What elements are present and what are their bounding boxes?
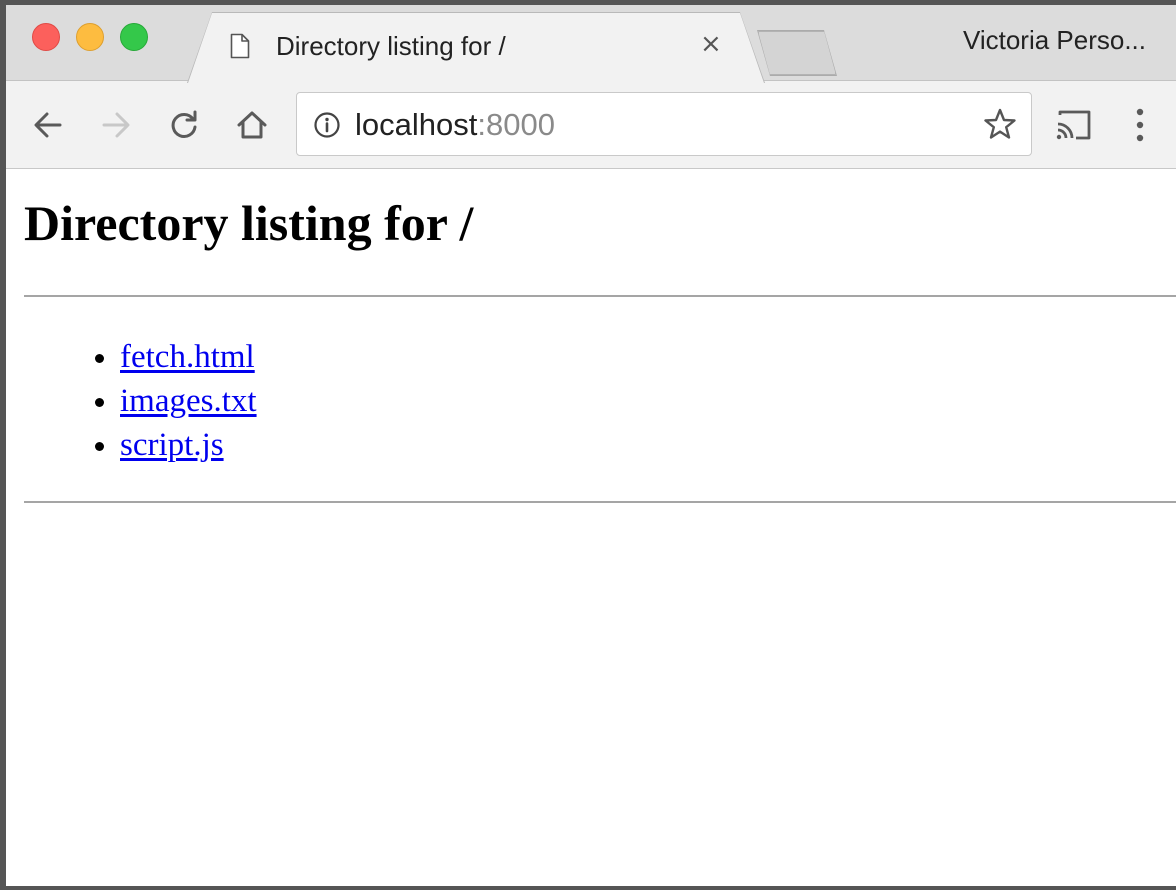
reload-icon: [171, 110, 197, 138]
file-list: fetch.html images.txt script.js: [24, 335, 1176, 467]
tab-strip: Directory listing for / × Victoria Perso…: [6, 5, 1176, 83]
file-link-images-txt[interactable]: images.txt: [120, 383, 257, 419]
list-item: script.js: [120, 423, 1176, 467]
document-icon: [230, 33, 250, 59]
url-port: :8000: [477, 107, 555, 142]
profile-name[interactable]: Victoria Perso...: [963, 25, 1146, 56]
tab-title: Directory listing for /: [276, 31, 506, 61]
divider-bottom: [24, 501, 1176, 503]
file-link-script-js[interactable]: script.js: [120, 427, 224, 463]
tab-active[interactable]: Directory listing for / ×: [188, 13, 764, 83]
cast-icon[interactable]: [1054, 107, 1094, 143]
home-icon: [237, 111, 267, 139]
browser-window: Directory listing for / × Victoria Perso…: [0, 0, 1176, 890]
close-window-button[interactable]: [32, 23, 60, 51]
back-button[interactable]: [26, 103, 70, 147]
list-item: fetch.html: [120, 335, 1176, 379]
list-item: images.txt: [120, 379, 1176, 423]
tab-close-button[interactable]: ×: [700, 29, 722, 59]
page-heading: Directory listing for /: [24, 195, 474, 251]
url-text[interactable]: localhost:8000: [355, 107, 555, 143]
arrow-right-icon: [102, 112, 130, 138]
file-link-fetch-html[interactable]: fetch.html: [120, 339, 255, 375]
url-host: localhost: [355, 107, 478, 142]
reload-button[interactable]: [162, 103, 206, 147]
window-controls: [32, 23, 148, 51]
new-tab-button[interactable]: [758, 31, 836, 75]
address-bar[interactable]: localhost:8000: [296, 92, 1032, 156]
maximize-window-button[interactable]: [120, 23, 148, 51]
forward-button[interactable]: [94, 103, 138, 147]
home-button[interactable]: [230, 103, 274, 147]
star-icon[interactable]: [983, 107, 1017, 141]
browser-toolbar: localhost:8000: [6, 81, 1176, 169]
minimize-window-button[interactable]: [76, 23, 104, 51]
page-content: Directory listing for / fetch.html image…: [6, 169, 1176, 503]
divider-top: [24, 295, 1176, 297]
info-icon[interactable]: [313, 111, 341, 139]
kebab-menu-icon[interactable]: [1130, 105, 1150, 145]
arrow-left-icon: [34, 112, 62, 138]
